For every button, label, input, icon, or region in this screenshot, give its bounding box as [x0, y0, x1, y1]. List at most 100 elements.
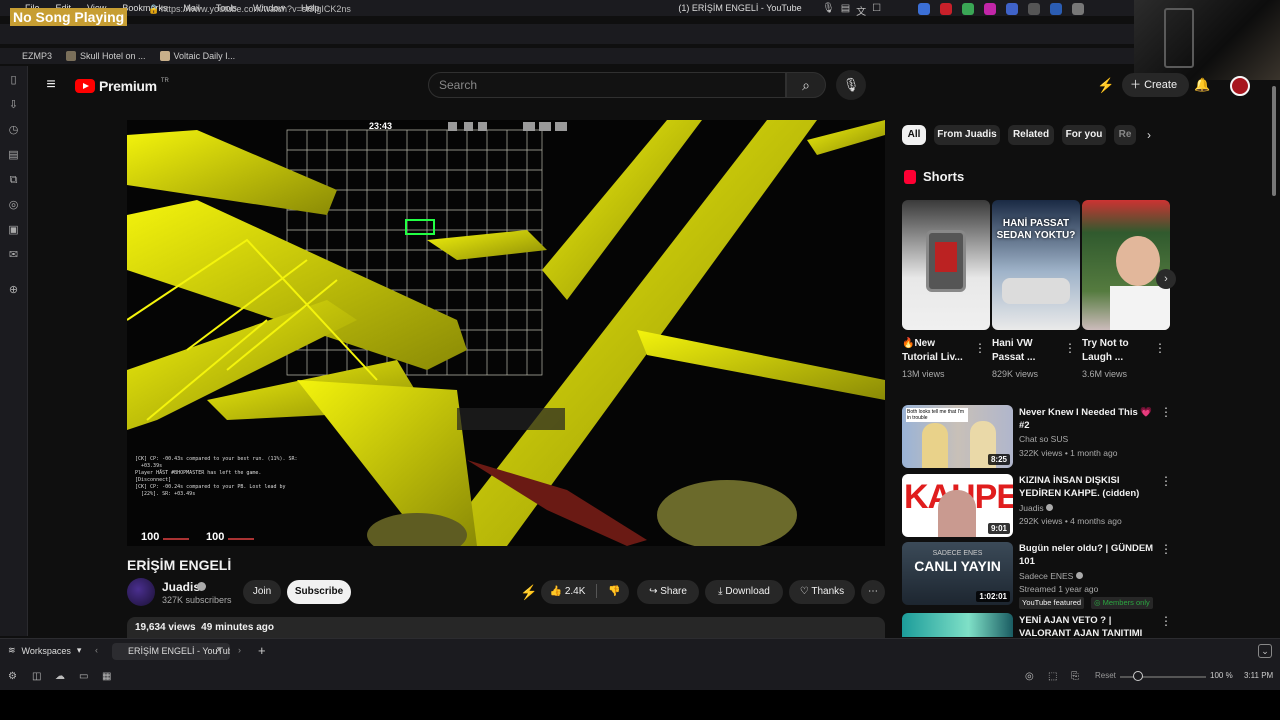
short-thumbnail[interactable]: HANİ PASSAT SEDAN YOKTU? [992, 200, 1080, 330]
skull-favicon-icon [66, 51, 77, 61]
create-button[interactable]: ＋ Create [1122, 73, 1190, 97]
video-player[interactable]: [CK] CP: -00.43s compared to your best r… [127, 120, 885, 546]
extension-icon[interactable] [984, 3, 996, 15]
account-avatar[interactable] [1230, 76, 1250, 96]
rec-thumbnail[interactable]: Both looks tell me that I'm in trouble 8… [902, 405, 1013, 468]
download-button[interactable]: ⤓ Download [705, 580, 783, 604]
chip-related[interactable]: Related [1008, 125, 1054, 145]
chip-for-you[interactable]: For you [1062, 125, 1106, 145]
bookmark-item[interactable]: Voltaic Daily I... [159, 51, 235, 61]
browser-tab[interactable]: ERİŞİM ENGELİ - YouTube [112, 643, 230, 660]
short-more-menu-icon[interactable]: ⋮ [1064, 341, 1076, 355]
search-button[interactable]: ⌕ [786, 72, 826, 98]
short-title[interactable]: Hani VW Passat ... [992, 337, 1064, 365]
panels-icon[interactable]: ⧉ [7, 174, 20, 187]
chevron-left-icon[interactable]: ‹ [95, 645, 98, 655]
like-button[interactable]: 👍 2.4K [550, 586, 586, 597]
rec-title[interactable]: KIZINA İNSAN DIŞKISI YEDİREN KAHPE. (cid… [1019, 474, 1159, 500]
channel-name[interactable]: Juadis [162, 580, 200, 594]
rec-channel[interactable]: Chat so SUS [1019, 434, 1068, 444]
youtube-featured-badge: YouTube featured [1019, 597, 1085, 609]
calendar-icon[interactable]: ▦ [102, 671, 111, 682]
zoom-slider-handle[interactable] [1133, 671, 1143, 681]
bookmark-item[interactable]: Skull Hotel on ... [66, 51, 146, 61]
translate-icon[interactable]: 文 [856, 3, 866, 18]
rec-thumbnail[interactable] [902, 613, 1013, 637]
extension-icon[interactable] [918, 3, 930, 15]
shield-icon[interactable] [962, 3, 974, 15]
rec-thumbnail[interactable]: SADECE ENES CANLI YAYIN 1:02:01 [902, 542, 1013, 605]
mail-icon[interactable]: ✉ [7, 249, 20, 262]
scrollbar-thumb[interactable] [1272, 86, 1276, 196]
hamburger-menu-icon[interactable]: ≡ [42, 76, 60, 94]
bookmark-icon[interactable]: ☐ [872, 3, 881, 18]
notes-icon[interactable]: ▤ [7, 149, 20, 162]
rec-channel[interactable]: Juadis [1019, 503, 1053, 513]
chip-recent[interactable]: Re [1114, 125, 1136, 145]
mic-permission-icon[interactable]: 🎙 [822, 3, 835, 18]
join-button[interactable]: Join [243, 580, 281, 604]
extension-bolt-icon[interactable]: ⚡ [520, 584, 537, 601]
voice-search-button[interactable]: 🎙 [836, 70, 866, 100]
window-panel-icon[interactable]: ▣ [7, 224, 20, 237]
chevron-right-icon[interactable]: › [238, 645, 241, 655]
extension-icon[interactable] [940, 3, 952, 15]
page-actions-icon[interactable]: ⎘ [1071, 671, 1079, 682]
page-tiling-icon[interactable]: ⬚ [1048, 671, 1057, 682]
short-thumbnail[interactable] [902, 200, 990, 330]
rec-thumbnail[interactable]: KAHPE 9:01 [902, 474, 1013, 537]
panel-toggle-icon[interactable]: ⚙ [8, 671, 17, 682]
rec-more-menu-icon[interactable]: ⋮ [1160, 474, 1172, 488]
tiling-icon[interactable]: ◫ [32, 671, 41, 682]
short-thumbnail[interactable] [1082, 200, 1170, 330]
channel-avatar[interactable] [127, 578, 155, 606]
extension-bolt-icon[interactable]: ⚡ [1097, 77, 1114, 94]
subscribe-button[interactable]: Subscribe [287, 580, 351, 604]
rec-channel[interactable]: Sadece ENES [1019, 571, 1083, 581]
close-tab-icon[interactable]: × [216, 645, 222, 656]
bookmarks-bar: EZMP3 Skull Hotel on ... Voltaic Daily I… [0, 48, 1280, 64]
extension-icon[interactable] [1028, 3, 1040, 15]
extension-icon[interactable] [1050, 3, 1062, 15]
capture-icon[interactable]: ▭ [79, 671, 88, 682]
screenshot-icon[interactable]: ◎ [1025, 671, 1034, 682]
short-more-menu-icon[interactable]: ⋮ [1154, 341, 1166, 355]
notifications-bell-icon[interactable]: 🔔 [1194, 77, 1210, 93]
downloads-icon[interactable]: ⇩ [7, 99, 20, 112]
bookmarks-panel-icon[interactable]: ▯ [7, 74, 20, 87]
extensions-menu-icon[interactable] [1072, 3, 1084, 15]
tab-list-icon[interactable]: ⌄ [1258, 644, 1272, 658]
rec-title[interactable]: Never Knew I Needed This 💗 #2 [1019, 406, 1159, 432]
chevron-right-icon[interactable]: › [1147, 128, 1151, 142]
rec-more-menu-icon[interactable]: ⋮ [1160, 542, 1172, 556]
url-field[interactable]: https://www.youtube.com/watch?v=st9IgICK… [161, 4, 351, 14]
zoom-reset-button[interactable]: Reset [1095, 671, 1116, 680]
rec-more-menu-icon[interactable]: ⋮ [1160, 614, 1172, 628]
description-box[interactable]: 19,634 views 49 minutes ago [127, 617, 885, 639]
rec-title[interactable]: Bugün neler oldu? | GÜNDEM 101 [1019, 542, 1159, 568]
thanks-button[interactable]: ♡ Thanks [789, 580, 855, 604]
dislike-button[interactable]: 👎 [608, 586, 620, 597]
chip-all[interactable]: All [902, 125, 926, 145]
workspaces-button[interactable]: ≋ Workspaces ▾ [8, 645, 81, 656]
rec-meta: 322K views • 1 month ago [1019, 448, 1118, 458]
bookmark-item[interactable]: EZMP3 [22, 51, 52, 61]
rec-more-menu-icon[interactable]: ⋮ [1160, 405, 1172, 419]
short-more-menu-icon[interactable]: ⋮ [974, 341, 986, 355]
youtube-premium-logo[interactable]: Premium TR [75, 78, 169, 94]
add-panel-icon[interactable]: ⊕ [7, 284, 20, 297]
reading-list-icon[interactable]: ◎ [7, 199, 20, 212]
history-icon[interactable]: ◷ [7, 124, 20, 137]
short-title[interactable]: Try Not to Laugh ... [1082, 337, 1154, 365]
short-title[interactable]: 🔥New Tutorial Liv... [902, 337, 974, 365]
share-button[interactable]: ↪ Share [637, 580, 699, 604]
chip-from-juadis[interactable]: From Juadis [934, 125, 1000, 145]
reader-icon[interactable]: ▤ [841, 3, 850, 18]
shorts-next-button[interactable]: › [1156, 269, 1176, 289]
more-actions-button[interactable]: ⋯ [861, 580, 885, 604]
sync-cloud-icon[interactable]: ☁ [55, 671, 65, 682]
new-tab-button[interactable]: + [258, 643, 266, 658]
extension-icon[interactable] [1006, 3, 1018, 15]
search-input[interactable]: Search [428, 72, 786, 98]
rec-title[interactable]: YENİ AJAN VETO ? | VALORANT AJAN TANITIM… [1019, 614, 1159, 640]
